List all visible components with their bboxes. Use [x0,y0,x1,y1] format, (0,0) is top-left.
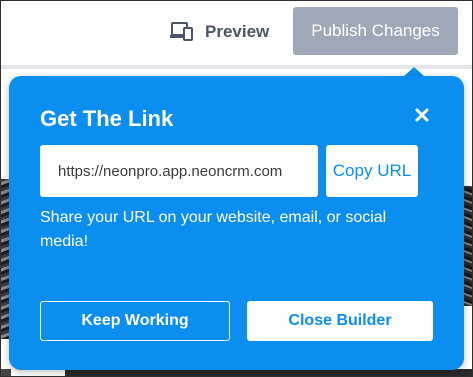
get-link-popup: Get The Link Copy URL Share your URL on … [9,76,464,370]
preview-label: Preview [205,22,270,41]
close-builder-button[interactable]: Close Builder [247,301,433,341]
popup-title: Get The Link [40,106,174,131]
copy-url-button[interactable]: Copy URL [326,145,418,197]
keep-working-button[interactable]: Keep Working [40,301,230,341]
close-popup-button[interactable] [411,106,433,128]
top-toolbar: Preview Publish Changes [1,1,472,65]
app-window: Preview Publish Changes Get The Link Cop… [0,0,473,377]
url-field[interactable] [40,145,318,197]
devices-icon [169,21,195,43]
background-photo-bottom [65,369,472,376]
background-photo-right [463,186,472,306]
preview-button[interactable]: Preview [169,15,273,49]
background-photo-bottom-left [1,369,11,376]
publish-changes-button[interactable]: Publish Changes [293,7,458,55]
close-icon [415,108,429,127]
share-instructions: Share your URL on your website, email, o… [40,209,387,250]
